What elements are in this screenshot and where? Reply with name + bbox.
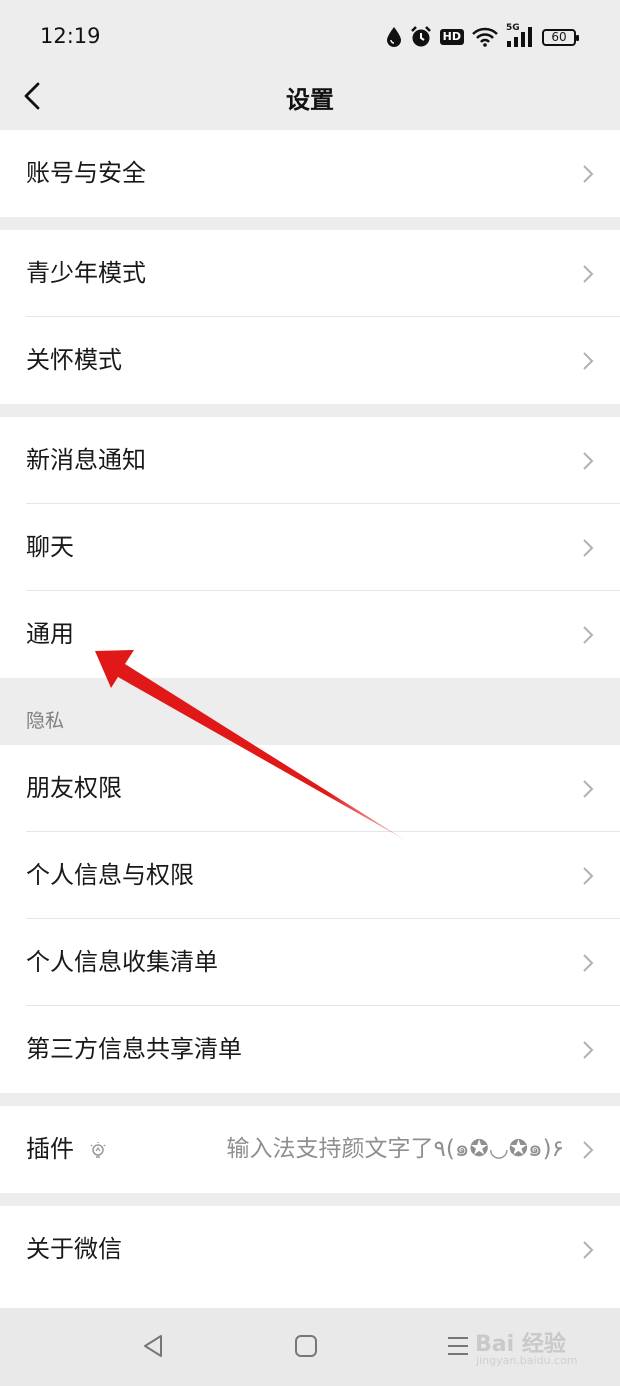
- row-label: 聊天: [26, 533, 74, 561]
- wifi-icon: [472, 27, 498, 47]
- row-label: 插件: [26, 1135, 74, 1163]
- chevron-right-icon: [583, 954, 594, 972]
- chevron-right-icon: [583, 1241, 594, 1259]
- chevron-right-icon: [583, 780, 594, 798]
- row-label: 关于微信: [26, 1235, 122, 1263]
- row-care-mode[interactable]: 关怀模式: [0, 317, 620, 404]
- chevron-right-icon: [583, 1141, 594, 1159]
- lightbulb-icon: [90, 1142, 106, 1158]
- row-third-party-sharing-list[interactable]: 第三方信息共享清单: [0, 1006, 620, 1093]
- row-chat[interactable]: 聊天: [0, 504, 620, 591]
- chevron-right-icon: [583, 626, 594, 644]
- group-plugins: 插件 输入法支持颜文字了٩(๑✪◡✪๑)۶: [0, 1106, 620, 1193]
- row-label: 第三方信息共享清单: [26, 1035, 242, 1063]
- row-label: 通用: [26, 620, 74, 648]
- group-general: 新消息通知 聊天 通用: [0, 417, 620, 678]
- hd-icon: HD: [439, 29, 464, 45]
- nav-bar: 设置: [0, 72, 620, 130]
- section-title-privacy: 隐私: [26, 710, 65, 732]
- plugin-description: 输入法支持颜文字了٩(๑✪◡✪๑)۶: [226, 1136, 564, 1162]
- chevron-right-icon: [583, 165, 594, 183]
- row-label: 青少年模式: [26, 259, 146, 287]
- drop-icon: [386, 26, 402, 48]
- row-personal-info-permissions[interactable]: 个人信息与权限: [0, 832, 620, 919]
- baidu-watermark-url: jingyan.baidu.com: [476, 1354, 578, 1367]
- chevron-right-icon: [583, 452, 594, 470]
- row-about-wechat[interactable]: 关于微信: [0, 1206, 620, 1293]
- group-privacy: 朋友权限 个人信息与权限 个人信息收集清单 第三方信息共享清单: [0, 745, 620, 1093]
- group-modes: 青少年模式 关怀模式: [0, 230, 620, 404]
- chevron-right-icon: [583, 265, 594, 283]
- row-label: 新消息通知: [26, 446, 146, 474]
- battery-icon: 60: [542, 28, 579, 46]
- row-label: 账号与安全: [26, 159, 146, 187]
- status-bar: 12:19 HD 5G 60: [0, 0, 620, 72]
- row-account-security[interactable]: 账号与安全: [0, 130, 620, 217]
- row-youth-mode[interactable]: 青少年模式: [0, 230, 620, 317]
- row-label: 个人信息收集清单: [26, 948, 218, 976]
- nav-menu-icon[interactable]: [446, 1334, 470, 1358]
- nav-back-icon[interactable]: [142, 1334, 164, 1358]
- chevron-right-icon: [583, 539, 594, 557]
- chevron-right-icon: [583, 1041, 594, 1059]
- row-info-collection-list[interactable]: 个人信息收集清单: [0, 919, 620, 1006]
- row-plugins[interactable]: 插件 输入法支持颜文字了٩(๑✪◡✪๑)۶: [0, 1106, 620, 1193]
- row-label: 关怀模式: [26, 346, 122, 374]
- status-time: 12:19: [40, 24, 101, 48]
- status-icons: HD 5G 60: [386, 22, 579, 52]
- group-account: 账号与安全: [0, 130, 620, 217]
- page-title: 设置: [286, 86, 334, 114]
- group-about: 关于微信: [0, 1206, 620, 1308]
- battery-level: 60: [551, 30, 567, 44]
- signal-5g-icon: 5G: [506, 23, 534, 49]
- nav-home-icon[interactable]: [294, 1334, 318, 1358]
- row-label: 个人信息与权限: [26, 861, 194, 889]
- row-label: 朋友权限: [26, 774, 122, 802]
- row-friend-permissions[interactable]: 朋友权限: [0, 745, 620, 832]
- row-new-message-notify[interactable]: 新消息通知: [0, 417, 620, 504]
- chevron-right-icon: [583, 867, 594, 885]
- row-general[interactable]: 通用: [0, 591, 620, 678]
- alarm-icon: [410, 26, 432, 48]
- chevron-right-icon: [583, 352, 594, 370]
